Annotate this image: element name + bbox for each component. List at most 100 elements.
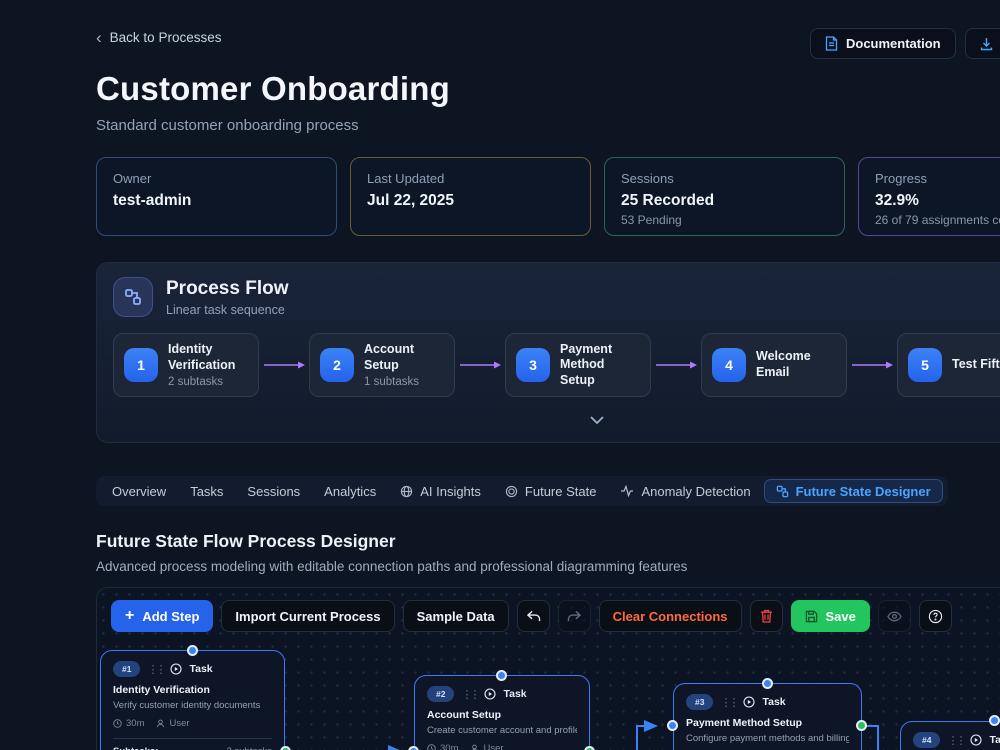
save-icon bbox=[805, 610, 817, 622]
tab-label: Sessions bbox=[247, 483, 301, 499]
flow-arrow-icon bbox=[847, 360, 897, 370]
tab-ai-insights[interactable]: AI Insights bbox=[389, 479, 492, 503]
step-subtasks: 2 subtasks bbox=[168, 375, 223, 388]
assignee-meta: User bbox=[470, 743, 504, 750]
tab-future-state[interactable]: Future State bbox=[494, 479, 608, 503]
clock-icon bbox=[113, 719, 122, 728]
task-node-2[interactable]: #2 ⋮⋮ Task Account Setup Create customer… bbox=[414, 675, 590, 750]
step-number-badge: 1 bbox=[124, 348, 158, 382]
chevron-left-icon: ‹ bbox=[96, 28, 102, 47]
flow-arrow-icon bbox=[259, 360, 309, 370]
designer-subtitle: Advanced process modeling with editable … bbox=[96, 559, 688, 574]
step-title: Welcome Email bbox=[756, 349, 811, 379]
sample-data-button[interactable]: Sample Data bbox=[402, 600, 509, 632]
node-order-badge: #4 bbox=[913, 732, 941, 748]
designer-canvas[interactable]: + Add Step Import Current Process Sample… bbox=[96, 587, 1000, 750]
step-number-badge: 2 bbox=[320, 348, 354, 382]
step-number-badge: 5 bbox=[908, 348, 942, 382]
delete-button[interactable] bbox=[749, 600, 783, 632]
tab-label: Tasks bbox=[190, 483, 224, 499]
bullseye-icon bbox=[505, 485, 518, 498]
stat-cards-row: Owner test-admin Last Updated Jul 22, 20… bbox=[96, 157, 1000, 236]
drag-handle-icon[interactable]: ⋮⋮ bbox=[147, 663, 166, 676]
node3-left-handle[interactable] bbox=[667, 720, 678, 731]
node-order-badge: #1 bbox=[113, 661, 141, 677]
node2-left-handle[interactable] bbox=[408, 746, 419, 750]
save-button[interactable]: Save bbox=[790, 600, 870, 632]
tab-anomaly-detection[interactable]: Anomaly Detection bbox=[609, 479, 761, 503]
redo-icon bbox=[567, 610, 581, 621]
tab-label: Overview bbox=[112, 483, 167, 499]
tab-future-state-designer[interactable]: Future State Designer bbox=[763, 479, 943, 503]
play-circle-icon bbox=[170, 663, 183, 675]
flow-arrow-icon bbox=[651, 360, 701, 370]
play-circle-icon bbox=[484, 688, 497, 700]
clear-connections-button[interactable]: Clear Connections bbox=[598, 600, 742, 632]
stat-subtext: 53 Pending bbox=[621, 213, 682, 227]
tab-sessions[interactable]: Sessions bbox=[236, 479, 311, 503]
undo-button[interactable] bbox=[516, 600, 550, 632]
tab-tasks[interactable]: Tasks bbox=[179, 479, 234, 503]
subtasks-count: 2 subtasks bbox=[227, 746, 272, 750]
node2-right-handle[interactable] bbox=[584, 746, 595, 750]
node3-top-handle[interactable] bbox=[762, 678, 773, 689]
clear-connections-label: Clear Connections bbox=[612, 608, 728, 624]
assignee-meta: User bbox=[156, 718, 190, 729]
node2-top-handle[interactable] bbox=[496, 670, 507, 681]
node-meta: 30m User bbox=[427, 743, 577, 750]
pulse-icon bbox=[620, 485, 634, 497]
node-header: #1 ⋮⋮ Task bbox=[113, 661, 272, 677]
save-label: Save bbox=[825, 608, 856, 624]
stat-card-sessions: Sessions 25 Recorded 53 Pending bbox=[604, 157, 845, 236]
node3-right-handle[interactable] bbox=[856, 720, 867, 731]
node-order-badge: #3 bbox=[686, 694, 714, 710]
expand-flow-button[interactable] bbox=[577, 410, 617, 430]
user-icon bbox=[157, 719, 165, 728]
documentation-label: Documentation bbox=[846, 36, 941, 51]
preview-button[interactable] bbox=[877, 600, 911, 632]
task-node-4[interactable]: #4 ⋮⋮ Task Welcome Email bbox=[900, 721, 1000, 750]
import-current-process-button[interactable]: Import Current Process bbox=[221, 600, 395, 632]
drag-handle-icon[interactable]: ⋮⋮ bbox=[720, 696, 739, 709]
workflow-icon bbox=[113, 277, 153, 317]
drag-handle-icon[interactable]: ⋮⋮ bbox=[461, 688, 480, 701]
help-button[interactable] bbox=[918, 600, 952, 632]
globe-icon bbox=[400, 485, 413, 498]
node4-top-handle[interactable] bbox=[989, 715, 1000, 726]
export-button[interactable]: Export bbox=[964, 28, 1000, 59]
plus-icon: + bbox=[125, 607, 135, 624]
page-content: ‹ Back to Processes Customer Onboarding … bbox=[96, 0, 1000, 750]
node-header: #4 ⋮⋮ Task bbox=[913, 732, 1000, 748]
tab-overview[interactable]: Overview bbox=[101, 479, 177, 503]
tab-analytics[interactable]: Analytics bbox=[313, 479, 387, 503]
clock-icon bbox=[427, 744, 436, 750]
task-node-3[interactable]: #3 ⋮⋮ Task Payment Method Setup Configur… bbox=[673, 683, 862, 750]
documentation-button[interactable]: Documentation bbox=[810, 28, 956, 59]
node1-top-handle[interactable] bbox=[187, 645, 198, 656]
duration-value: 30m bbox=[440, 743, 459, 750]
tab-label: AI Insights bbox=[420, 483, 481, 499]
play-circle-icon bbox=[743, 696, 756, 708]
node1-right-handle[interactable] bbox=[280, 746, 291, 750]
assignee-value: User bbox=[169, 718, 190, 729]
assignee-value: User bbox=[483, 743, 504, 750]
process-flow-titles: Process Flow Linear task sequence bbox=[166, 278, 289, 317]
drag-handle-icon[interactable]: ⋮⋮ bbox=[947, 734, 966, 747]
node-header: #3 ⋮⋮ Task bbox=[686, 694, 849, 710]
stat-card-progress: Progress 32.9% 26 of 79 assignments comp… bbox=[858, 157, 1000, 236]
task-node-1[interactable]: #1 ⋮⋮ Task Identity Verification Verify … bbox=[100, 650, 285, 750]
help-icon bbox=[928, 609, 943, 623]
redo-button[interactable] bbox=[557, 600, 591, 632]
process-step-5: 5 Test Fifth bbox=[897, 333, 1000, 397]
designer-title: Future State Flow Process Designer bbox=[96, 531, 396, 551]
node-type-label: Task bbox=[762, 696, 786, 708]
step-number-badge: 3 bbox=[516, 348, 550, 382]
add-step-button[interactable]: + Add Step bbox=[111, 600, 214, 632]
node-order-badge: #2 bbox=[427, 686, 455, 702]
step-number-badge: 4 bbox=[712, 348, 746, 382]
process-flow-header: Process Flow Linear task sequence bbox=[113, 277, 1000, 317]
process-steps-row: 1 Identity Verification 2 subtasks 2 Acc… bbox=[113, 333, 1000, 397]
subtasks-row: Subtasks: 2 subtasks bbox=[113, 746, 272, 750]
add-step-label: Add Step bbox=[142, 608, 200, 624]
stat-label: Owner bbox=[113, 171, 152, 186]
